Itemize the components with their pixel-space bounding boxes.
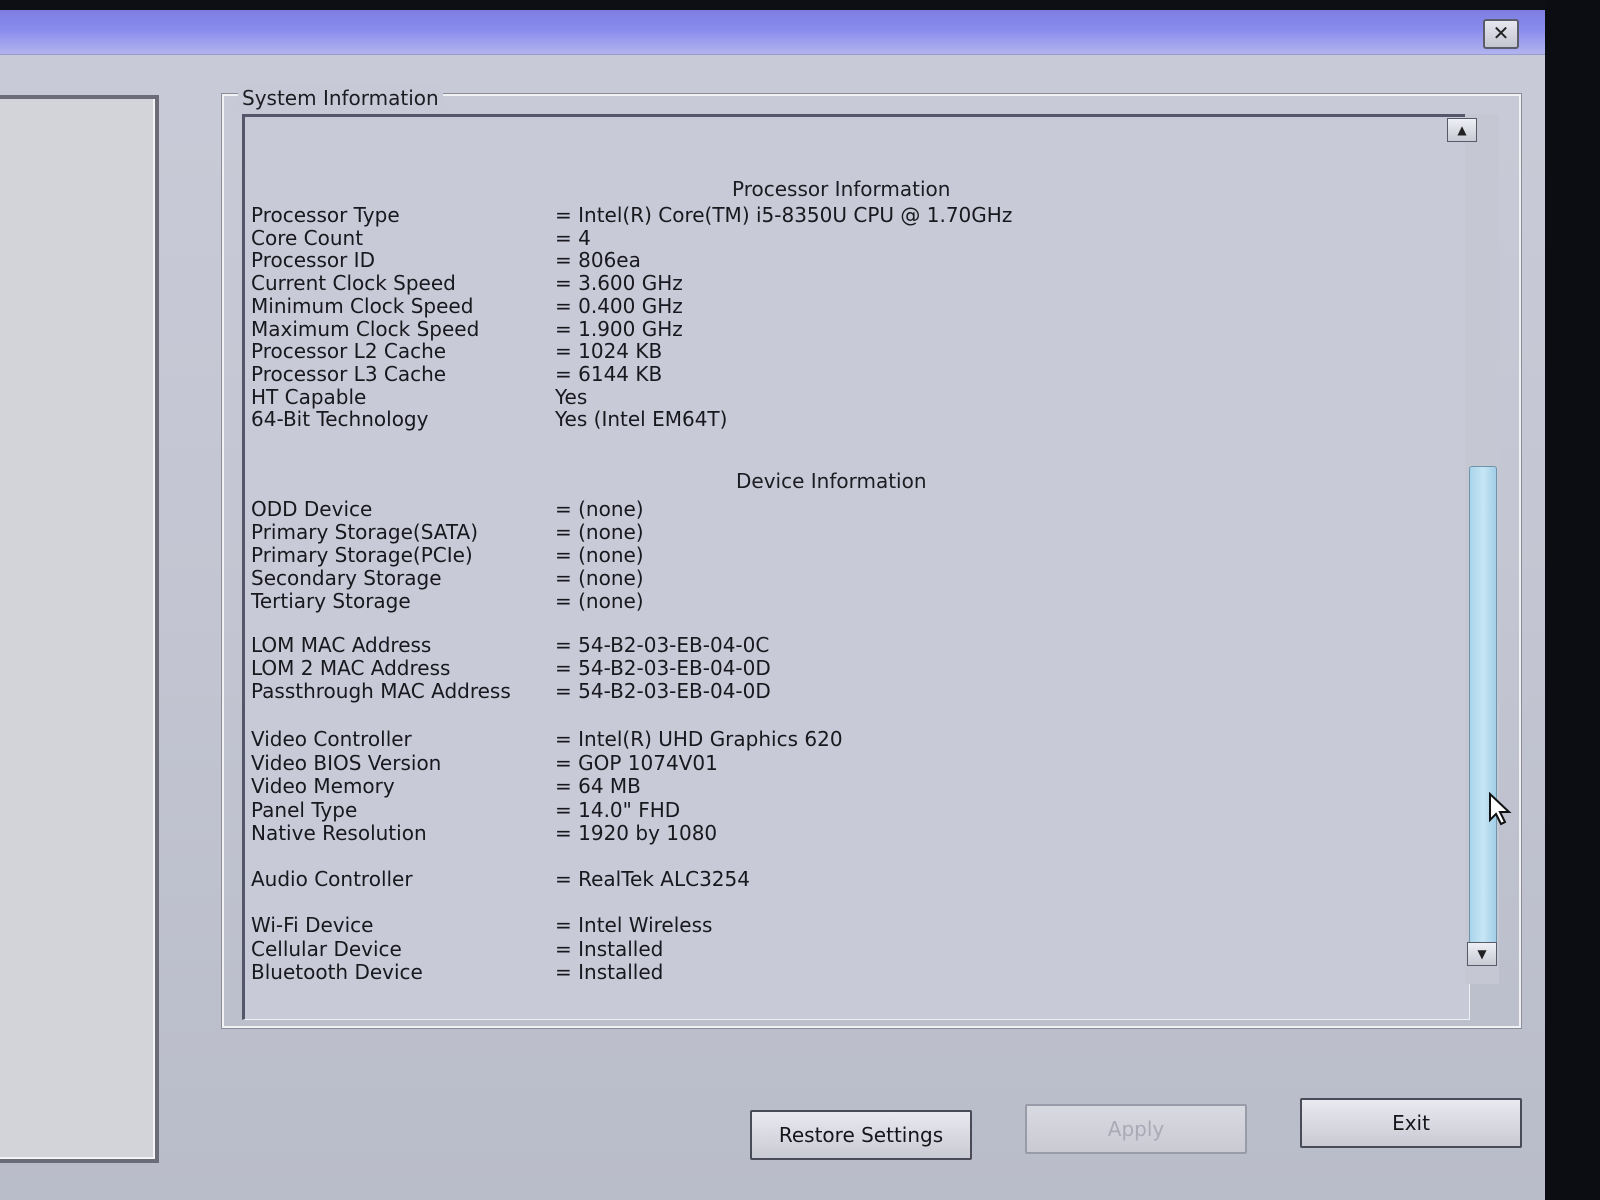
info-value: = GOP 1074V01 <box>555 750 718 775</box>
info-value: = Intel Wireless <box>555 913 713 937</box>
info-value: = Intel(R) Core(TM) i5-8350U CPU @ 1.70G… <box>555 203 1013 227</box>
title-bar: ✕ <box>0 10 1545 55</box>
info-value: = 1920 by 1080 <box>555 821 718 845</box>
processor-information-header: Processor Information <box>732 177 951 201</box>
info-value: = (none) <box>555 566 644 590</box>
info-value: = 54-B2-03-EB-04-0D <box>555 656 771 680</box>
vertical-scrollbar[interactable]: ▲ ▼ <box>1447 114 1499 984</box>
info-label: Processor L3 Cache <box>251 361 447 386</box>
group-title: System Information <box>238 86 443 110</box>
info-label: LOM 2 MAC Address <box>251 656 451 680</box>
info-value: = Installed <box>555 960 664 984</box>
bios-window: ✕ System Information Processor Informati… <box>0 10 1545 1200</box>
info-label: Tertiary Storage <box>251 589 411 613</box>
info-value: = 64 MB <box>555 774 641 798</box>
info-label: Wi-Fi Device <box>251 913 374 937</box>
mouse-pointer-icon <box>1489 792 1512 826</box>
info-label: HT Capable <box>251 384 367 409</box>
info-label: Native Resolution <box>251 821 427 845</box>
info-value: = 1024 KB <box>555 339 663 364</box>
scroll-thumb[interactable] <box>1469 466 1497 956</box>
navigation-panel[interactable] <box>0 95 159 1163</box>
info-value: = 806ea <box>555 248 641 273</box>
info-value: = (none) <box>555 497 644 521</box>
exit-button[interactable]: Exit <box>1300 1098 1522 1148</box>
info-value: Yes (Intel EM64T) <box>555 407 728 432</box>
info-label: Cellular Device <box>251 936 402 961</box>
system-information-content: Processor Information Processor Type = In… <box>242 114 1470 1020</box>
scroll-up-button[interactable]: ▲ <box>1447 118 1477 142</box>
info-label: Processor L2 Cache <box>251 339 447 364</box>
info-value: Yes <box>555 384 588 409</box>
info-value: = 0.400 GHz <box>555 293 683 318</box>
info-label: Video BIOS Version <box>251 750 442 775</box>
info-label: LOM MAC Address <box>251 633 432 657</box>
info-value: = 1.900 GHz <box>555 316 683 341</box>
info-label: Audio Controller <box>251 867 413 891</box>
info-value: = 54-B2-03-EB-04-0C <box>555 633 770 657</box>
apply-button[interactable]: Apply <box>1025 1104 1247 1154</box>
info-label: Video Controller <box>251 727 412 751</box>
info-label: Passthrough MAC Address <box>251 679 511 703</box>
info-value: = (none) <box>555 520 644 544</box>
info-label: Processor Type <box>251 203 400 227</box>
info-label: Processor ID <box>251 248 375 273</box>
close-button[interactable]: ✕ <box>1483 19 1519 49</box>
screen-bezel <box>1545 0 1600 1200</box>
info-label: Primary Storage(SATA) <box>251 520 479 544</box>
info-value: = (none) <box>555 543 644 567</box>
chevron-down-icon: ▼ <box>1477 947 1487 961</box>
info-value: = 14.0" FHD <box>555 797 681 822</box>
info-value: = 54-B2-03-EB-04-0D <box>555 679 771 703</box>
info-label: Minimum Clock Speed <box>251 293 474 318</box>
info-value: = RealTek ALC3254 <box>555 867 750 891</box>
chevron-up-icon: ▲ <box>1457 123 1467 137</box>
info-label: Panel Type <box>251 797 358 822</box>
info-value: = (none) <box>555 589 644 613</box>
info-label: ODD Device <box>251 497 373 521</box>
info-label: Core Count <box>251 225 364 250</box>
restore-settings-button[interactable]: Restore Settings <box>750 1110 972 1160</box>
info-value: = Installed <box>555 936 664 961</box>
info-label: Current Clock Speed <box>251 271 456 296</box>
device-information-header: Device Information <box>736 469 927 493</box>
scroll-down-button[interactable]: ▼ <box>1467 942 1497 966</box>
info-label: Video Memory <box>251 774 395 798</box>
info-value: = 6144 KB <box>555 361 663 386</box>
info-value: = 3.600 GHz <box>555 271 683 296</box>
info-label: Secondary Storage <box>251 566 442 590</box>
info-label: Bluetooth Device <box>251 960 423 984</box>
info-label: Primary Storage(PCIe) <box>251 543 473 567</box>
info-label: 64-Bit Technology <box>251 407 429 432</box>
info-value: = Intel(R) UHD Graphics 620 <box>555 727 843 751</box>
info-label: Maximum Clock Speed <box>251 316 480 341</box>
info-value: = 4 <box>555 225 591 250</box>
